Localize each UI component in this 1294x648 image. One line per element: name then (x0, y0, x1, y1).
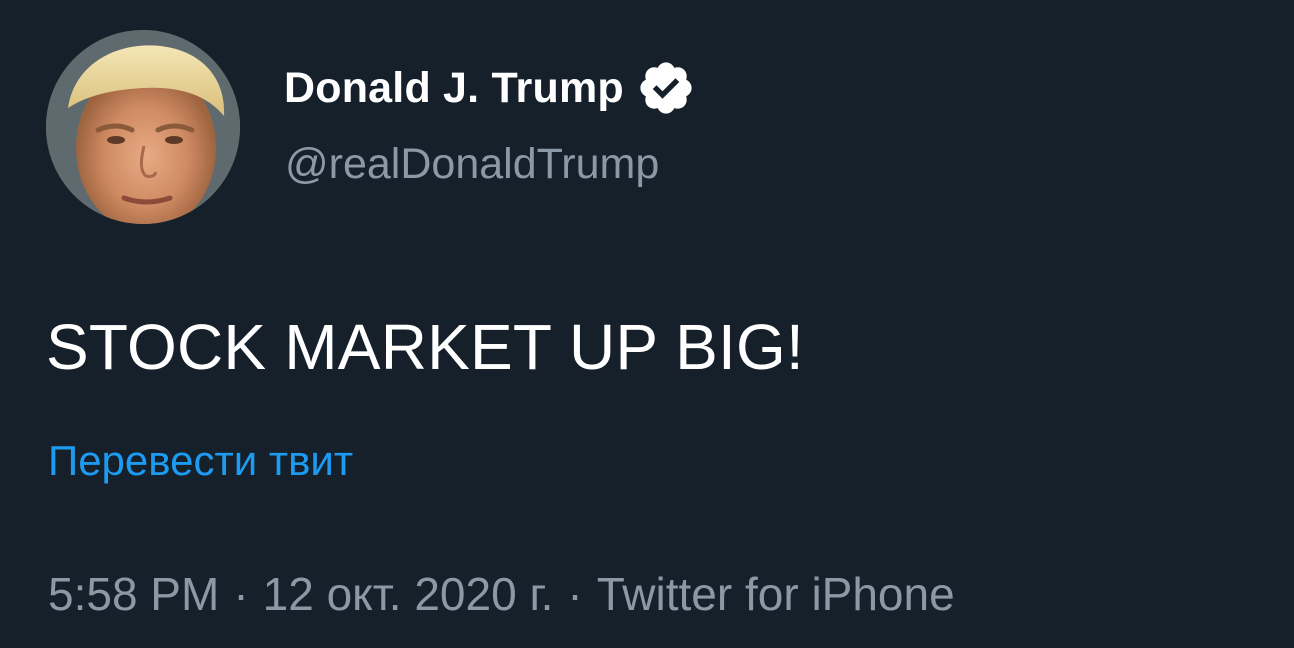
username-handle[interactable]: @realDonaldTrump (285, 134, 659, 194)
tweet-date[interactable]: 12 окт. 2020 г. (263, 567, 554, 621)
tweet-source-link[interactable]: Twitter for iPhone (597, 567, 955, 621)
tweet-card: Donald J. Trump @realDonaldTrump STOCK M… (0, 0, 1294, 648)
tweet-time[interactable]: 5:58 PM (48, 567, 219, 621)
translate-tweet-link[interactable]: Перевести твит (48, 433, 353, 489)
avatar[interactable] (46, 30, 240, 224)
verified-badge-icon (636, 58, 696, 118)
display-name[interactable]: Donald J. Trump (284, 58, 624, 118)
separator: · (233, 568, 249, 620)
tweet-metadata: 5:58 PM · 12 окт. 2020 г. · Twitter for … (48, 562, 955, 626)
tweet-text: STOCK MARKET UP BIG! (46, 311, 804, 383)
author-name-row[interactable]: Donald J. Trump (284, 58, 696, 118)
separator: · (567, 568, 583, 620)
